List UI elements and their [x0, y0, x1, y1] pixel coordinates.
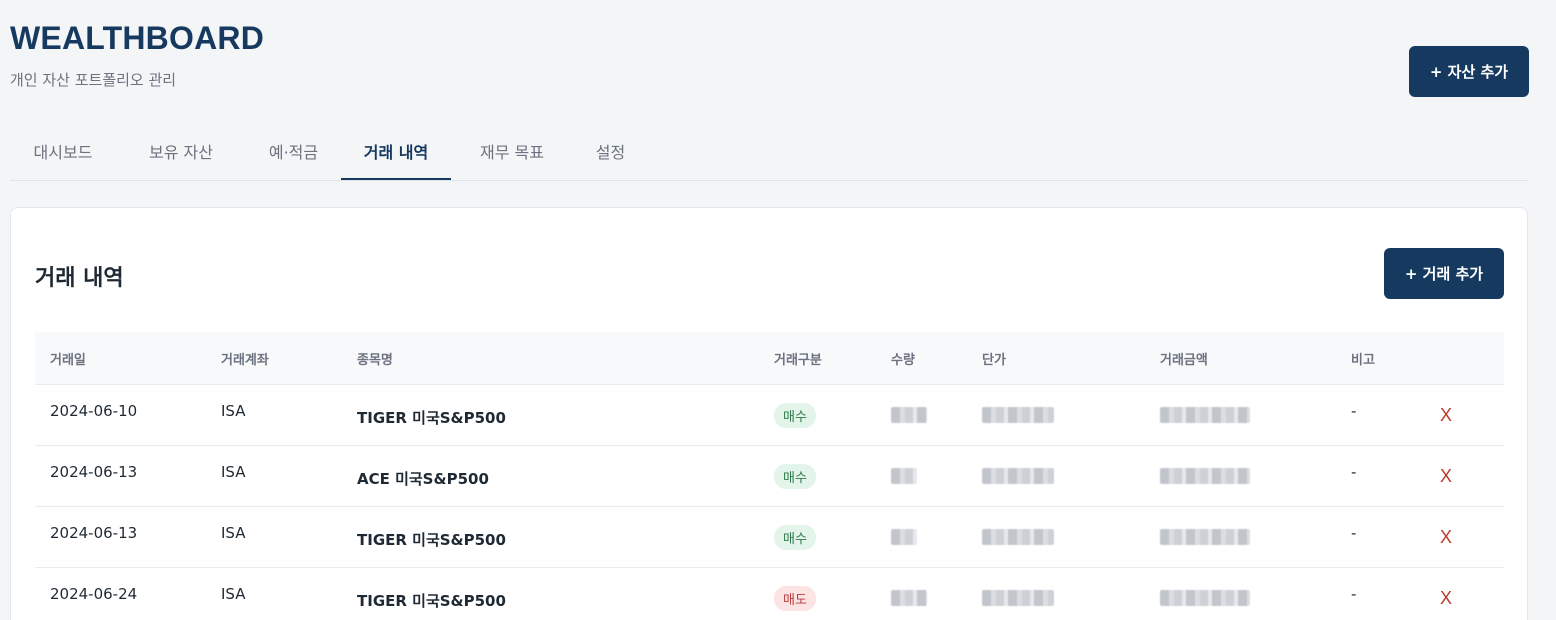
redacted-price — [982, 590, 1054, 606]
transactions-panel: 거래 내역 + 거래 추가 거래일 거래계좌 종목명 거래구분 수량 단가 거래… — [10, 207, 1528, 620]
redacted-price — [982, 529, 1054, 545]
app: WEALTHBOARD 개인 자산 포트폴리오 관리 + 자산 추가 대시보드 … — [0, 0, 1556, 620]
table-header: 거래일 거래계좌 종목명 거래구분 수량 단가 거래금액 비고 — [35, 332, 1504, 385]
redacted-amount — [1160, 407, 1250, 423]
trade-note: - — [1351, 585, 1357, 603]
redacted-price — [982, 407, 1054, 423]
redacted-quantity — [891, 407, 927, 423]
column-header-price[interactable]: 단가 — [982, 332, 1006, 384]
brand-subtitle: 개인 자산 포트폴리오 관리 — [10, 71, 177, 89]
trade-date: 2024-06-10 — [50, 402, 138, 420]
brand-logo: WEALTHBOARD — [10, 20, 265, 56]
trade-account: ISA — [221, 463, 246, 481]
add-trade-button[interactable]: + 거래 추가 — [1384, 248, 1504, 299]
trade-date: 2024-06-13 — [50, 524, 138, 542]
trade-type-badge: 매수 — [774, 463, 816, 489]
table-row[interactable]: 2024-06-10 ISA TIGER 미국S&P500 매수 - X — [35, 385, 1504, 446]
column-header-amount[interactable]: 거래금액 — [1160, 332, 1208, 384]
trade-account: ISA — [221, 402, 246, 420]
trade-name: ACE 미국S&P500 — [357, 469, 489, 488]
trade-note: - — [1351, 402, 1357, 420]
trade-date: 2024-06-13 — [50, 463, 138, 481]
trade-account: ISA — [221, 585, 246, 603]
trade-type-badge: 매수 — [774, 402, 816, 428]
trade-note: - — [1351, 463, 1357, 481]
column-header-type[interactable]: 거래구분 — [774, 332, 822, 384]
trade-date: 2024-06-24 — [50, 585, 138, 603]
column-header-name[interactable]: 종목명 — [357, 332, 393, 384]
trade-name: TIGER 미국S&P500 — [357, 408, 506, 427]
delete-row-button[interactable]: X — [1440, 588, 1452, 609]
redacted-amount — [1160, 590, 1250, 606]
redacted-quantity — [891, 529, 917, 545]
trade-note: - — [1351, 524, 1357, 542]
tab-settings[interactable]: 설정 — [573, 123, 648, 179]
redacted-price — [982, 468, 1054, 484]
redacted-amount — [1160, 468, 1250, 484]
delete-row-button[interactable]: X — [1440, 405, 1452, 426]
redacted-amount — [1160, 529, 1250, 545]
tab-deposits[interactable]: 예·적금 — [246, 123, 341, 179]
tab-holdings[interactable]: 보유 자산 — [116, 123, 246, 179]
table-row[interactable]: 2024-06-13 ISA TIGER 미국S&P500 매수 - X — [35, 507, 1504, 568]
column-header-date[interactable]: 거래일 — [50, 332, 86, 384]
delete-row-button[interactable]: X — [1440, 527, 1452, 548]
tab-goals[interactable]: 재무 목표 — [451, 123, 573, 179]
panel-title: 거래 내역 — [35, 266, 124, 291]
column-header-note[interactable]: 비고 — [1351, 332, 1375, 384]
redacted-quantity — [891, 468, 917, 484]
transactions-table: 거래일 거래계좌 종목명 거래구분 수량 단가 거래금액 비고 2024-06-… — [35, 332, 1504, 620]
tab-dashboard[interactable]: 대시보드 — [10, 123, 116, 179]
trade-account: ISA — [221, 524, 246, 542]
column-header-account[interactable]: 거래계좌 — [221, 332, 269, 384]
redacted-quantity — [891, 590, 927, 606]
trade-type-badge: 매수 — [774, 524, 816, 550]
tab-transactions[interactable]: 거래 내역 — [341, 123, 451, 180]
add-asset-button[interactable]: + 자산 추가 — [1409, 46, 1529, 97]
trade-name: TIGER 미국S&P500 — [357, 591, 506, 610]
table-row[interactable]: 2024-06-24 ISA TIGER 미국S&P500 매도 - X — [35, 568, 1504, 620]
column-header-quantity[interactable]: 수량 — [891, 332, 915, 384]
table-row[interactable]: 2024-06-13 ISA ACE 미국S&P500 매수 - X — [35, 446, 1504, 507]
trade-name: TIGER 미국S&P500 — [357, 530, 506, 549]
delete-row-button[interactable]: X — [1440, 466, 1452, 487]
main-tabs: 대시보드 보유 자산 예·적금 거래 내역 재무 목표 설정 — [10, 123, 1529, 181]
trade-type-badge: 매도 — [774, 585, 816, 611]
